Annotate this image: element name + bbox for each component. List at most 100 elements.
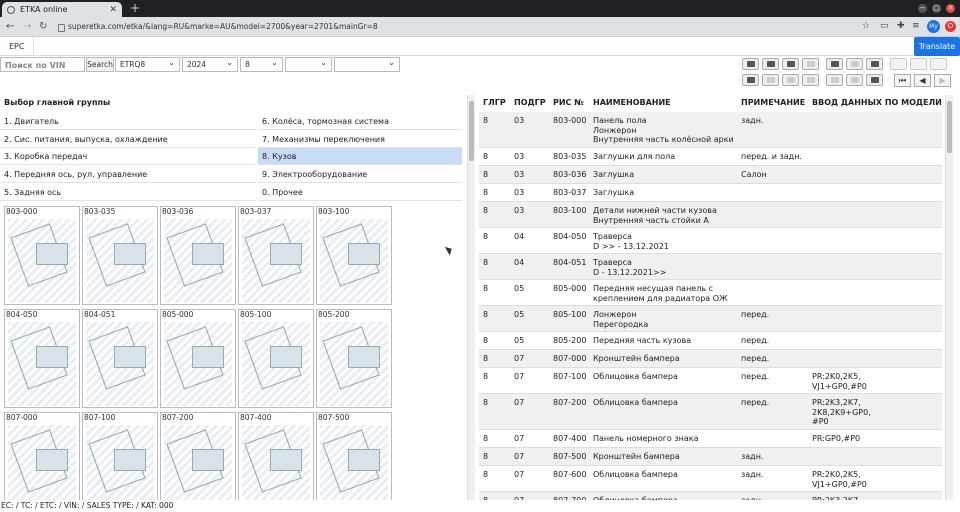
group-item-4[interactable]: 4. Передняя ось, рул. управление — [0, 166, 256, 183]
year-select[interactable]: 2024 — [182, 56, 238, 72]
tab-title: ETKA online — [20, 5, 68, 14]
group-item-0[interactable]: 0. Прочее — [258, 184, 462, 201]
table-row[interactable]: 8 07 807-000 Кронштейн бампера перед. — [479, 350, 942, 368]
table-row[interactable]: 8 05 805-000 Передняя несущая панель с креп… — [479, 280, 942, 306]
forward-page-icon[interactable] — [930, 58, 947, 70]
table-row[interactable]: 8 07 807-100 Облицовка бампера перед. PR:2K0,… — [479, 368, 942, 394]
star-icon[interactable]: ☆ — [862, 21, 870, 31]
cell-model: PR:2K3,2K7, 2K8,2K9+GP0, #P0 — [812, 398, 871, 426]
new-tab-button[interactable]: + — [130, 2, 140, 15]
table-row[interactable]: 8 03 803-036 Заглушка Салон — [479, 166, 942, 184]
thumbnail-803-035[interactable]: 803-035 — [82, 206, 158, 305]
epc-tab[interactable]: EPC — [0, 37, 35, 56]
tab-close-icon[interactable]: ✕ — [109, 5, 117, 15]
slsa-icon[interactable] — [826, 58, 843, 70]
thumbnail-807-100[interactable]: 807-100 — [82, 412, 158, 500]
minimize-button[interactable]: − — [918, 4, 927, 13]
table-row[interactable]: 8 07 807-500 Кронштейн бампера задн. — [479, 448, 942, 466]
cell-g: 8 — [483, 336, 489, 345]
group-item-7[interactable]: 7. Механизмы переключения — [258, 131, 462, 148]
group-item-8[interactable]: 8. Кузов — [258, 148, 462, 165]
table-row[interactable]: 8 04 804-051 Траверса D - 13.12.2021>> — [479, 254, 942, 280]
cell-fig: 807-500 — [553, 452, 587, 461]
cell-sg: 03 — [514, 170, 525, 179]
group-item-9[interactable]: 9. Электрооборудование — [258, 166, 462, 183]
url-field[interactable]: superetka.com/etka/&lang=RU&marke=AU&mod… — [58, 20, 858, 34]
table-row[interactable]: 8 03 803-037 Заглушка — [479, 184, 942, 202]
vin-search-input[interactable]: Поиск по VIN — [0, 57, 85, 72]
translate-button[interactable]: Translate — [914, 37, 960, 56]
print-icon[interactable] — [742, 58, 759, 70]
key-icon[interactable] — [762, 74, 779, 86]
screen-icon[interactable] — [846, 58, 863, 70]
search-button[interactable]: Search — [86, 57, 114, 72]
help-icon[interactable] — [802, 58, 819, 70]
doc-icon[interactable] — [826, 74, 843, 86]
thumbnail-804-051[interactable]: 804-051 — [82, 309, 158, 408]
disc-icon[interactable] — [762, 58, 779, 70]
filter-select-5[interactable] — [334, 56, 400, 72]
main-group-select[interactable]: 8 — [240, 56, 283, 72]
table-row[interactable]: 8 07 807-400 Панель номерного знака PR:GP0,#… — [479, 430, 942, 448]
group-item-2[interactable]: 2. Сис. питания, выпуска, охлаждение — [0, 131, 256, 148]
model-select[interactable]: ETRQ8 — [115, 56, 180, 72]
transfer-icon[interactable] — [782, 74, 799, 86]
basket-icon[interactable] — [866, 74, 883, 86]
dash-icon[interactable] — [802, 74, 819, 86]
browser-tab[interactable]: ETKA online ✕ — [2, 2, 122, 17]
opera-icon[interactable]: O — [945, 21, 956, 32]
cart-icon[interactable] — [866, 58, 883, 70]
forward-icon[interactable]: → — [23, 21, 31, 32]
reload-icon[interactable]: ↻ — [39, 21, 47, 32]
extensions-icon[interactable]: ✚ — [897, 21, 905, 31]
copy-icon[interactable] — [846, 74, 863, 86]
thumbnail-807-400[interactable]: 807-400 — [238, 412, 314, 500]
right-scrollbar[interactable] — [945, 95, 953, 500]
thumbnail-803-000[interactable]: 803-000 — [4, 206, 80, 305]
table-row[interactable]: 8 03 803-000 Панель пола Лонжерон Внутрення… — [479, 112, 942, 148]
thumbnail-label: 807-500 — [318, 413, 350, 422]
back-page-icon[interactable] — [910, 58, 927, 70]
thumbnail-803-036[interactable]: 803-036 — [160, 206, 236, 305]
car-icon[interactable] — [782, 58, 799, 70]
keyboard-icon[interactable] — [742, 74, 759, 86]
group-item-1[interactable]: 1. Двигатель — [0, 113, 256, 130]
table-row[interactable]: 8 04 804-050 Траверса D >> - 13.12.2021 — [479, 228, 942, 254]
thumbnail-803-100[interactable]: 803-100 — [316, 206, 392, 305]
table-row[interactable]: 807807-700Облицовка бамперазадн.PR:2K3,2… — [479, 492, 942, 500]
playlist-icon[interactable]: ≡ — [912, 21, 920, 31]
group-item-6[interactable]: 6. Колёса, тормозная система — [258, 113, 462, 130]
pin-icon[interactable] — [890, 58, 907, 70]
thumbnail-805-100[interactable]: 805-100 — [238, 309, 314, 408]
first-page-button[interactable]: ⏮ — [894, 74, 911, 87]
prev-page-button[interactable]: ◀ — [914, 74, 931, 87]
cell-fig: 807-600 — [553, 470, 587, 479]
thumbnail-805-200[interactable]: 805-200 — [316, 309, 392, 408]
group-item-3[interactable]: 3. Коробка передач — [0, 148, 256, 165]
table-row[interactable]: 8 07 807-600 Облицовка бампера задн. PR:2K0,2… — [479, 466, 942, 492]
maximize-button[interactable]: □ — [932, 4, 941, 13]
thumbnail-807-000[interactable]: 807-000 — [4, 412, 80, 500]
next-page-button[interactable]: ▶ — [934, 74, 951, 87]
thumbnail-805-000[interactable]: 805-000 — [160, 309, 236, 408]
main-group-title: Выбор главной группы — [4, 98, 111, 107]
left-scrollbar[interactable] — [467, 95, 475, 500]
group-item-5[interactable]: 5. Задняя ось — [0, 184, 256, 201]
table-row[interactable]: 8 03 803-035 Заглушки для пола перед. и задн… — [479, 148, 942, 166]
thumbnail-807-200[interactable]: 807-200 — [160, 412, 236, 500]
thumbnail-804-050[interactable]: 804-050 — [4, 309, 80, 408]
back-icon[interactable]: ← — [6, 21, 14, 32]
thumbnail-807-500[interactable]: 807-500 — [316, 412, 392, 500]
filter-select-4[interactable] — [285, 56, 332, 72]
table-row[interactable]: 8 07 807-200 Облицовка бампера перед. PR:2K3,… — [479, 394, 942, 430]
table-row[interactable]: 8 05 805-100 Лонжерон Перегородка перед. — [479, 306, 942, 332]
window-close-button[interactable]: ✕ — [946, 4, 955, 13]
profile-avatar[interactable]: My — [927, 20, 940, 33]
cast-icon[interactable]: ▭ — [880, 21, 889, 31]
thumbnail-label: 807-000 — [6, 413, 38, 422]
table-row[interactable]: 8 05 805-200 Передняя часть кузова перед. — [479, 332, 942, 350]
table-row[interactable]: 8 03 803-100 Детали нижней части кузова Вну… — [479, 202, 942, 228]
left-scrollbar-thumb[interactable] — [469, 101, 474, 161]
thumbnail-803-037[interactable]: 803-037 — [238, 206, 314, 305]
right-scrollbar-thumb[interactable] — [947, 101, 952, 153]
